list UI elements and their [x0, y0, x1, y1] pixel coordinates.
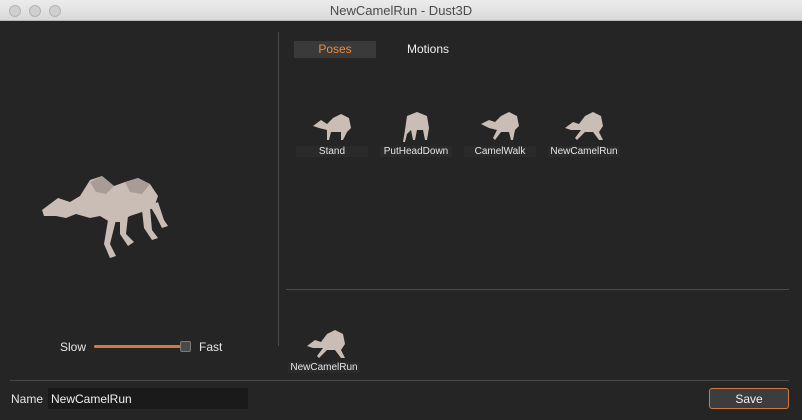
tab-motions[interactable]: Motions	[395, 41, 461, 58]
horizontal-divider	[286, 289, 789, 290]
pose-label: PutHeadDown	[380, 146, 452, 157]
name-label: Name	[11, 392, 44, 406]
pose-label: NewCamelRun	[548, 146, 620, 157]
pose-item-stand[interactable]: Stand	[296, 108, 368, 157]
camel-stand-thumbnail	[313, 114, 351, 140]
timeline-label: NewCamelRun	[288, 362, 360, 373]
speed-slider-handle[interactable]	[180, 341, 191, 352]
camel-head-down-thumbnail	[403, 112, 429, 142]
pose-label: CamelWalk	[464, 146, 536, 157]
camel-walk-thumbnail	[481, 112, 519, 140]
window-title: NewCamelRun - Dust3D	[329, 3, 473, 18]
bottom-divider	[10, 380, 789, 381]
pose-item-camel-walk[interactable]: CamelWalk	[464, 108, 536, 157]
pose-label: Stand	[296, 146, 368, 157]
timeline-item-new-camel-run[interactable]: NewCamelRun	[288, 324, 360, 373]
speed-slider-track[interactable]	[94, 345, 184, 348]
speed-fast-label: Fast	[199, 340, 223, 354]
tab-poses[interactable]: Poses	[294, 41, 376, 58]
save-button[interactable]: Save	[709, 388, 789, 409]
pose-item-new-camel-run[interactable]: NewCamelRun	[548, 108, 620, 157]
speed-control: Slow Fast	[60, 340, 240, 356]
title-bar: NewCamelRun - Dust3D	[0, 0, 802, 21]
speed-slow-label: Slow	[60, 340, 87, 354]
camel-run-thumbnail	[307, 330, 345, 358]
vertical-divider	[278, 32, 279, 346]
pose-item-put-head-down[interactable]: PutHeadDown	[380, 108, 452, 157]
camel-run-thumbnail	[565, 112, 603, 140]
camel-preview-model[interactable]	[30, 150, 180, 260]
name-input[interactable]	[48, 388, 248, 409]
